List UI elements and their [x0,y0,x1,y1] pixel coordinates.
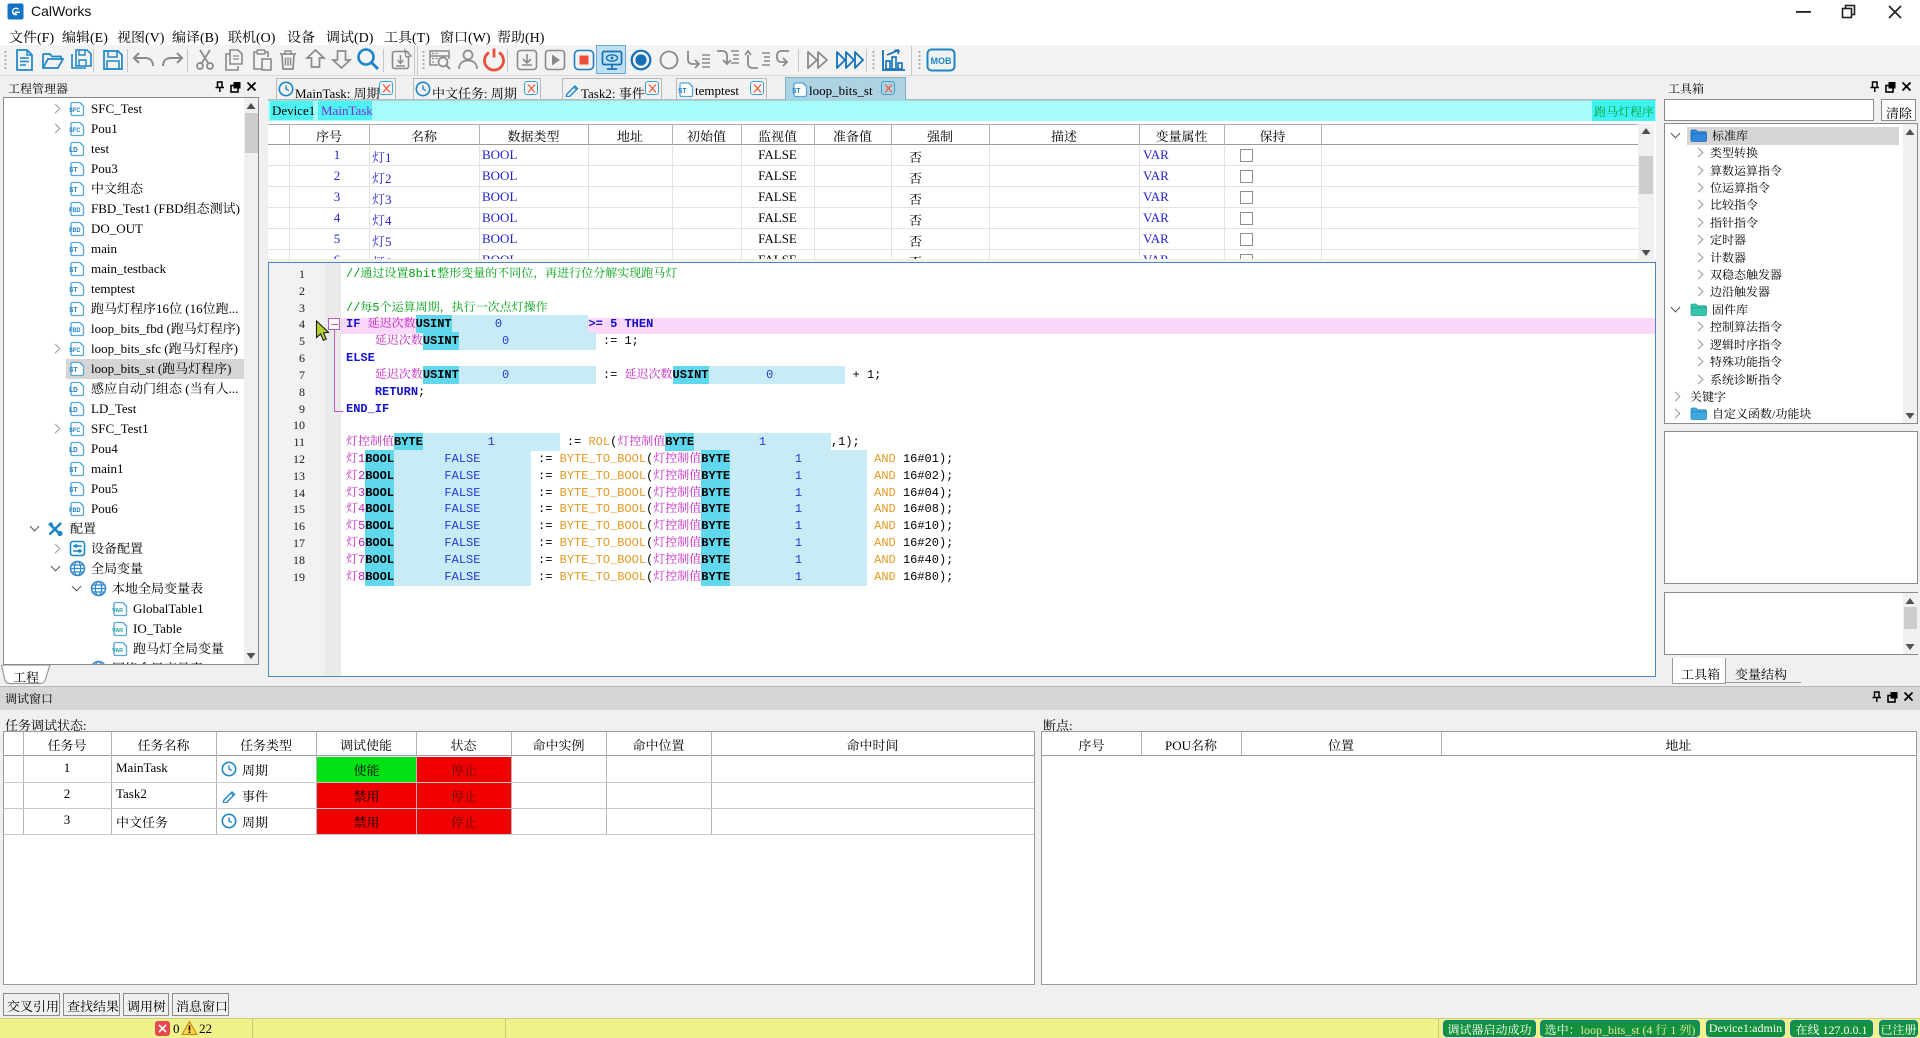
svg-text:FBD: FBD [69,328,80,334]
svg-text:SFC: SFC [69,128,80,134]
svg-text:LD: LD [69,147,78,154]
svg-text:LD: LD [69,387,78,394]
svg-text:SFC: SFC [69,108,80,114]
svg-text:ST: ST [69,287,78,294]
svg-text:LD: LD [69,407,78,414]
svg-text:ST: ST [69,307,78,314]
svg-text:MOB: MOB [931,56,952,66]
svg-text:VAR: VAR [112,648,123,654]
svg-text:ST: ST [678,88,687,95]
svg-text:ST: ST [69,187,78,194]
svg-text:FBD: FBD [69,228,80,234]
svg-text:SFC: SFC [69,348,80,354]
svg-text:ST: ST [69,467,78,474]
svg-text:ST: ST [69,267,78,274]
svg-text:FBD: FBD [69,208,80,214]
svg-text:ST: ST [69,367,78,374]
svg-text:ST: ST [792,88,801,95]
svg-text:ST: ST [69,167,78,174]
svg-text:FBD: FBD [69,508,80,514]
svg-text:ST: ST [69,487,78,494]
svg-text:LD: LD [69,447,78,454]
svg-text:VAR: VAR [112,628,123,634]
svg-text:SFC: SFC [69,428,80,434]
svg-text:ST: ST [69,247,78,254]
svg-text:VAR: VAR [112,608,123,614]
